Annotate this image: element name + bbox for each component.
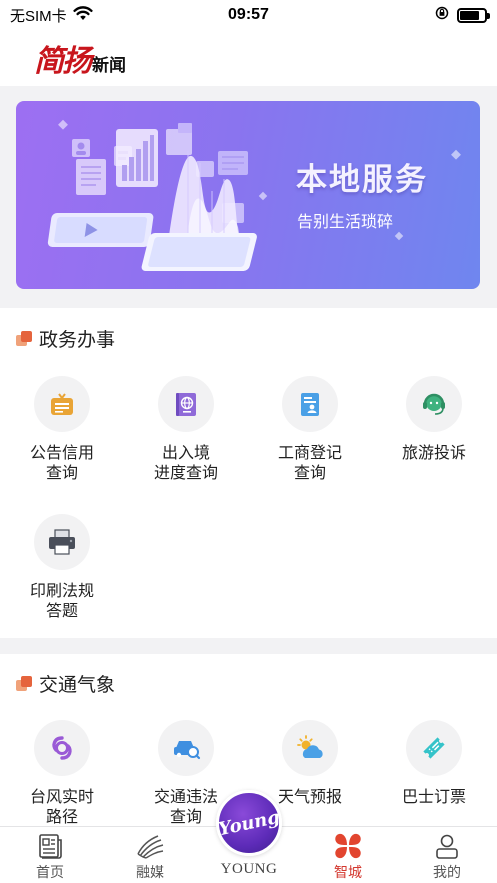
tile-weather-forecast[interactable]: 天气预报 [255, 720, 365, 808]
banner-subtitle: 告别生活琐碎 [297, 214, 394, 231]
tab-home[interactable]: 首页 [15, 827, 85, 883]
tab-profile[interactable]: 我的 [412, 827, 482, 883]
orientation-lock-icon [435, 6, 449, 24]
section-header: 交通气象 [16, 670, 115, 697]
tab-label: 融媒 [136, 864, 164, 880]
app-header: 简扬 新闻 [0, 30, 497, 86]
tile-business-registration[interactable]: 工商登记 查询 [255, 376, 365, 484]
battery-icon [457, 7, 490, 23]
tile-bus-ticket[interactable]: 巴士订票 [379, 720, 489, 808]
section-marker-icon [16, 330, 34, 347]
tab-label: 智城 [334, 864, 362, 880]
tile-tourism-complaint[interactable]: 旅游投诉 [379, 376, 489, 464]
app-logo-subtitle: 新闻 [92, 55, 126, 76]
app-logo[interactable]: 简扬 [34, 36, 92, 80]
tile-label: 台风实时 路径 [29, 789, 94, 826]
newspaper-icon [36, 832, 64, 860]
carrier-label: 无SIM卡 [10, 7, 67, 25]
passport-icon [158, 376, 214, 432]
wifi-icon [73, 5, 93, 25]
tile-label: 印刷法规 答题 [29, 583, 94, 620]
weather-icon [282, 720, 338, 776]
local-services-banner[interactable]: 本地服务 告别生活琐碎 [16, 101, 480, 289]
business-registration-icon [282, 376, 338, 432]
tile-announcement-credit[interactable]: 公告信用 查询 [7, 376, 117, 484]
tile-typhoon-path[interactable]: 台风实时 路径 [7, 720, 117, 826]
young-logo-text: Young [216, 806, 282, 840]
tab-label: 首页 [36, 864, 64, 880]
section-header: 政务办事 [16, 325, 115, 352]
tile-label: 公告信用 查询 [29, 445, 94, 482]
typhoon-icon [34, 720, 90, 776]
banner-title: 本地服务 [296, 162, 428, 197]
printer-icon [34, 514, 90, 570]
tab-media[interactable]: 融媒 [115, 827, 185, 883]
customer-service-icon [406, 376, 462, 432]
status-bar: 无SIM卡 09:57 [0, 0, 497, 30]
traffic-violation-icon [158, 720, 214, 776]
section-marker-icon [16, 675, 34, 692]
tile-label: 出入境 进度查询 [153, 445, 218, 482]
government-services-section: 政务办事 公告信用 查询 出入境 进度查询 工商登记 查询 旅游投诉 印刷法规 … [0, 308, 497, 638]
smart-city-icon [333, 832, 363, 860]
status-left: 无SIM卡 [10, 5, 93, 26]
bus-ticket-icon [406, 720, 462, 776]
tile-label: 工商登记 查询 [277, 445, 342, 482]
profile-icon [433, 832, 461, 860]
tile-label: 旅游投诉 [401, 445, 466, 462]
tile-label: 巴士订票 [401, 789, 466, 806]
section-title: 交通气象 [39, 675, 116, 696]
tab-smart-city[interactable]: 智城 [313, 827, 383, 883]
media-icon [134, 832, 166, 860]
status-right [435, 6, 490, 24]
announcement-icon [34, 376, 90, 432]
section-title: 政务办事 [39, 330, 116, 351]
tile-exit-entry-progress[interactable]: 出入境 进度查询 [131, 376, 241, 484]
tile-printing-regulations-quiz[interactable]: 印刷法规 答题 [7, 514, 117, 622]
young-logo-icon[interactable]: Young [216, 790, 282, 856]
tab-young-label[interactable]: YOUNG [207, 861, 291, 878]
tab-label: 我的 [433, 864, 461, 880]
